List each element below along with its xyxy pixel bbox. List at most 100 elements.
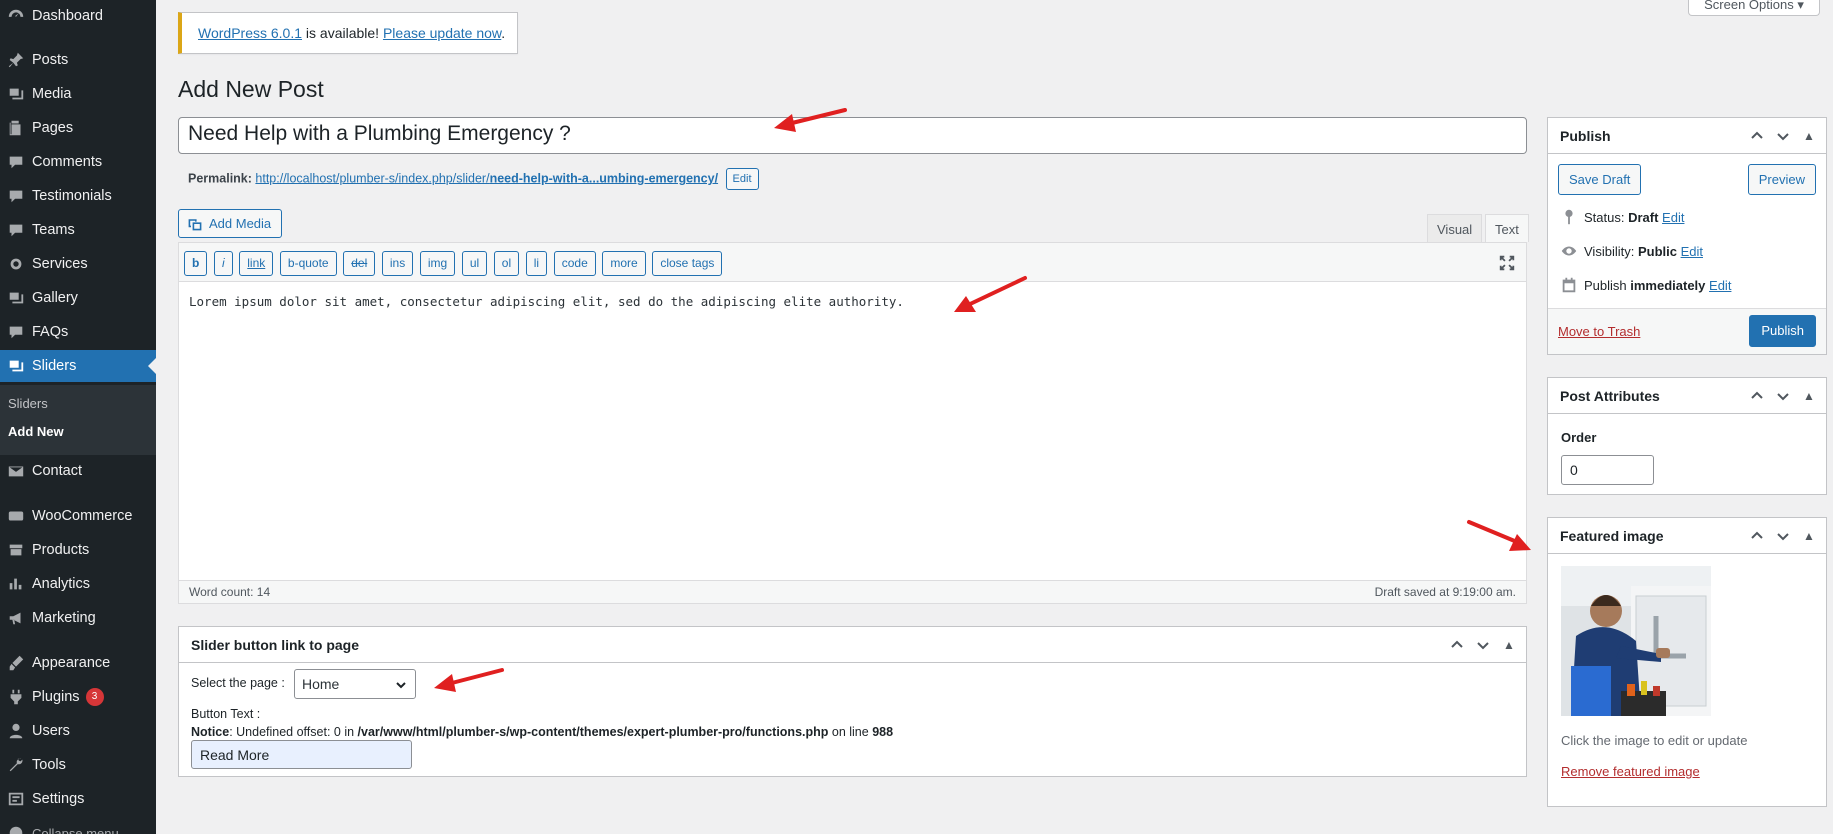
submenu-item-add-new[interactable]: Add New — [8, 424, 64, 439]
move-down-icon[interactable] — [1472, 636, 1494, 654]
menu-item-marketing[interactable]: Marketing — [0, 602, 156, 634]
editor-status-bar: Word count: 14 Draft saved at 9:19:00 am… — [179, 580, 1526, 603]
menu-item-appearance[interactable]: Appearance — [0, 647, 156, 679]
user-icon — [0, 722, 32, 740]
menu-item-pages[interactable]: Pages — [0, 112, 156, 144]
menu-item-posts[interactable]: Posts — [0, 44, 156, 76]
screen-options-button[interactable]: Screen Options ▾ — [1688, 0, 1820, 16]
schedule-edit-link[interactable]: Edit — [1709, 278, 1731, 293]
word-count: Word count: 14 — [189, 585, 271, 599]
menu-label: Comments — [32, 154, 103, 170]
move-down-icon[interactable] — [1772, 387, 1794, 405]
publish-actions: Move to Trash Publish — [1548, 308, 1826, 354]
qt-more-button[interactable]: more — [602, 251, 646, 276]
menu-item-settings[interactable]: Settings — [0, 783, 156, 815]
menu-item-dashboard[interactable]: Dashboard — [0, 0, 156, 32]
qt-italic-button[interactable]: i — [213, 251, 233, 276]
menu-item-analytics[interactable]: Analytics — [0, 568, 156, 600]
menu-item-teams[interactable]: Teams — [0, 214, 156, 246]
save-draft-button[interactable]: Save Draft — [1558, 164, 1642, 195]
post-title-input[interactable]: Need Help with a Plumbing Emergency ? — [178, 117, 1527, 154]
menu-item-sliders[interactable]: Sliders — [0, 350, 156, 382]
menu-item-tools[interactable]: Tools — [0, 749, 156, 781]
add-media-icon — [188, 218, 202, 230]
notice-end: . — [501, 25, 506, 41]
qt-code-button[interactable]: code — [553, 251, 596, 276]
toggle-panel-icon[interactable]: ▲ — [1798, 527, 1820, 545]
permalink-edit-button[interactable]: Edit — [725, 168, 759, 190]
menu-item-services[interactable]: Services — [0, 248, 156, 280]
menu-item-comments[interactable]: Comments — [0, 146, 156, 178]
menu-item-users[interactable]: Users — [0, 715, 156, 747]
menu-label: WooCommerce — [32, 508, 133, 524]
qt-li-button[interactable]: li — [525, 251, 548, 276]
featured-image-hint: Click the image to edit or update — [1561, 733, 1748, 748]
menu-label: Dashboard — [32, 8, 103, 24]
add-media-label: Add Media — [209, 216, 272, 231]
editor-content[interactable]: Lorem ipsum dolor sit amet, consectetur … — [189, 294, 904, 309]
preview-button[interactable]: Preview — [1747, 164, 1816, 195]
qt-ol-button[interactable]: ol — [493, 251, 520, 276]
sliders-submenu: Sliders Add New — [0, 385, 156, 455]
menu-item-faqs[interactable]: FAQs — [0, 316, 156, 348]
faqs-icon — [0, 323, 32, 341]
order-label: Order — [1561, 430, 1597, 445]
menu-item-testimonials[interactable]: Testimonials — [0, 180, 156, 212]
menu-item-media[interactable]: Media — [0, 78, 156, 110]
menu-item-collapse[interactable]: Collapse menu — [0, 817, 156, 834]
move-up-icon[interactable] — [1746, 127, 1768, 145]
visibility-edit-link[interactable]: Edit — [1681, 244, 1703, 259]
wordpress-version-link[interactable]: WordPress 6.0.1 — [198, 25, 302, 41]
qt-bold-button[interactable]: b — [184, 251, 208, 276]
status-edit-link[interactable]: Edit — [1662, 210, 1684, 225]
menu-label: Marketing — [32, 610, 96, 626]
services-icon — [0, 255, 32, 273]
qt-close-tags-button[interactable]: close tags — [652, 251, 723, 276]
qt-ul-button[interactable]: ul — [461, 251, 488, 276]
move-up-icon[interactable] — [1746, 387, 1768, 405]
toggle-panel-icon[interactable]: ▲ — [1798, 387, 1820, 405]
add-media-button[interactable]: Add Media — [178, 209, 282, 238]
toggle-panel-icon[interactable]: ▲ — [1498, 636, 1520, 654]
pages-icon — [0, 119, 32, 137]
publish-timing: immediately — [1630, 277, 1706, 293]
toggle-panel-icon[interactable]: ▲ — [1798, 127, 1820, 145]
menu-label: Tools — [32, 757, 66, 773]
update-now-link[interactable]: Please update now — [383, 25, 501, 41]
menu-item-products[interactable]: Products — [0, 534, 156, 566]
qt-del-button[interactable]: del — [343, 251, 376, 276]
move-down-icon[interactable] — [1772, 127, 1794, 145]
pin-icon — [0, 51, 32, 69]
publish-button[interactable]: Publish — [1749, 315, 1816, 347]
move-down-icon[interactable] — [1772, 527, 1794, 545]
chevron-down-icon — [395, 678, 407, 694]
permalink-slug: need-help-with-a...umbing-emergency/ — [489, 171, 719, 186]
tab-visual[interactable]: Visual — [1427, 214, 1483, 242]
button-text-input[interactable]: Read More — [191, 740, 412, 769]
menu-label: Sliders — [32, 358, 77, 374]
fullscreen-icon[interactable] — [1498, 254, 1516, 272]
permalink-url[interactable]: http://localhost/plumber-s/index.php/sli… — [255, 171, 718, 185]
qt-blockquote-button[interactable]: b-quote — [279, 251, 337, 276]
move-up-icon[interactable] — [1446, 636, 1468, 654]
submenu-item-sliders[interactable]: Sliders — [8, 396, 48, 411]
move-up-icon[interactable] — [1746, 527, 1768, 545]
tab-text[interactable]: Text — [1485, 214, 1529, 242]
remove-featured-image-link[interactable]: Remove featured image — [1561, 764, 1700, 779]
menu-item-woocommerce[interactable]: WooCommerce — [0, 500, 156, 532]
qt-img-button[interactable]: img — [419, 251, 456, 276]
page-select[interactable]: Home — [294, 669, 416, 699]
qt-link-button[interactable]: link — [239, 251, 274, 276]
move-to-trash-link[interactable]: Move to Trash — [1558, 324, 1640, 339]
menu-label: Products — [32, 542, 90, 558]
featured-image-thumbnail[interactable] — [1561, 566, 1711, 716]
order-input[interactable]: 0 — [1561, 455, 1654, 485]
qt-ins-button[interactable]: ins — [381, 251, 414, 276]
metabox-body: Select the page : Home Button Text : Not… — [179, 663, 1526, 769]
menu-label: Collapse menu — [32, 825, 119, 834]
menu-item-gallery[interactable]: Gallery — [0, 282, 156, 314]
calendar-icon — [1562, 277, 1576, 293]
menu-item-contact[interactable]: Contact — [0, 455, 156, 487]
menu-item-plugins[interactable]: Plugins 3 — [0, 681, 156, 713]
notice-label: Notice — [191, 725, 230, 739]
